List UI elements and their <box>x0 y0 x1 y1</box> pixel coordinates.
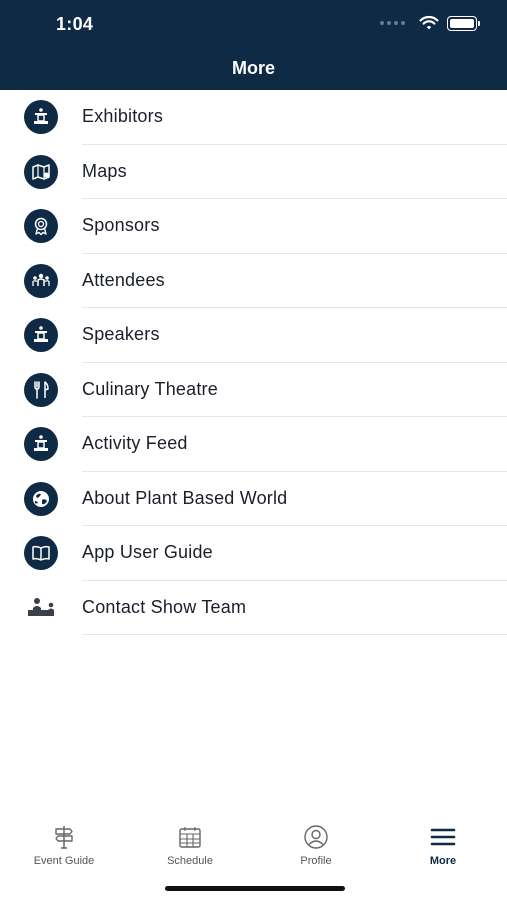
hamburger-icon <box>430 828 456 846</box>
menu-item-label: Sponsors <box>82 215 160 235</box>
tab-schedule[interactable]: Schedule <box>135 824 245 867</box>
menu-item-contact-show-team[interactable]: Contact Show Team <box>0 581 507 635</box>
menu-item-app-user-guide[interactable]: App User Guide <box>0 526 507 581</box>
menu-item-label: Attendees <box>82 269 165 290</box>
page-title: More <box>231 58 275 78</box>
tab-event-guide[interactable]: Event Guide <box>9 824 119 867</box>
tab-label: Profile <box>300 855 332 867</box>
menu-item-culinary-theatre[interactable]: Culinary Theatre <box>0 363 507 417</box>
menu-item-sponsors[interactable]: Sponsors <box>0 199 507 254</box>
tab-label: Event Guide <box>33 855 95 867</box>
menu-item-activity-feed[interactable]: Activity Feed <box>0 417 507 472</box>
menu-item-maps[interactable]: Maps <box>0 145 507 199</box>
home-indicator <box>165 886 345 891</box>
menu-item-about-plant-based-world[interactable]: About Plant Based World <box>0 472 507 526</box>
menu-item-label: Culinary Theatre <box>82 378 218 399</box>
status-icons <box>380 15 480 31</box>
podium-icon <box>24 427 58 461</box>
menu-item-speakers[interactable]: Speakers <box>0 308 507 363</box>
signpost-icon <box>55 826 73 849</box>
map-icon <box>24 154 58 189</box>
menu-item-attendees[interactable]: Attendees <box>0 254 507 308</box>
people-icon <box>24 263 58 298</box>
tab-more[interactable]: More <box>388 824 498 867</box>
podium-icon <box>24 100 58 134</box>
menu-item-label: Speakers <box>82 324 160 344</box>
profile-icon <box>304 825 328 849</box>
wifi-icon <box>419 15 439 30</box>
menu-item-label: About Plant Based World <box>82 487 288 508</box>
book-icon <box>24 536 58 570</box>
globe-icon <box>24 481 58 516</box>
menu-item-label: Activity Feed <box>82 433 188 453</box>
tab-label: Schedule <box>167 855 213 867</box>
battery-icon <box>447 15 480 31</box>
help-desk-icon <box>24 591 58 625</box>
menu-item-label: Contact Show Team <box>82 596 247 617</box>
menu-item-exhibitors[interactable]: Exhibitors <box>0 90 507 145</box>
tab-profile[interactable]: Profile <box>261 824 371 867</box>
tab-label: More <box>429 855 457 867</box>
utensils-icon <box>24 372 58 407</box>
menu-item-label: Exhibitors <box>82 106 164 126</box>
more-menu-list: Exhibitors Maps Sponsors Attendees Speak… <box>0 90 507 635</box>
calendar-icon <box>179 827 201 848</box>
divider <box>82 634 507 635</box>
signal-icon <box>380 21 405 25</box>
menu-item-label: Maps <box>82 160 127 181</box>
app-header: 1:04 More <box>0 0 507 90</box>
menu-item-label: App User Guide <box>82 542 213 562</box>
podium-icon <box>24 318 58 352</box>
award-ribbon-icon <box>24 209 58 243</box>
status-time: 1:04 <box>56 14 94 34</box>
